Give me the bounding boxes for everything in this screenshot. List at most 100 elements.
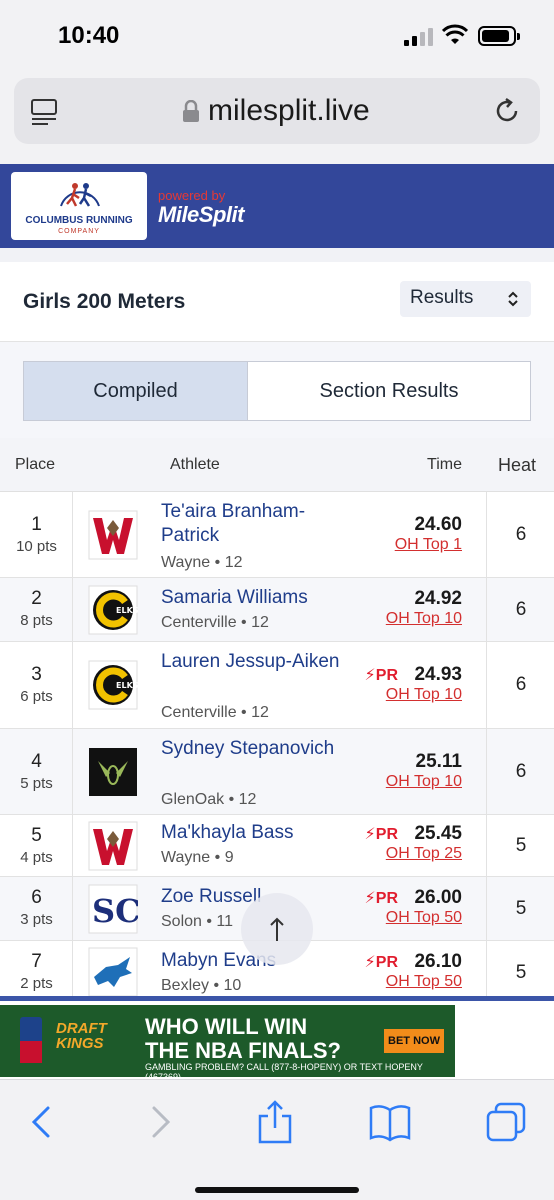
results-table-header: Place Athlete Time Heat xyxy=(0,438,554,492)
athlete-name[interactable]: Sydney Stepanovich xyxy=(161,737,351,761)
athlete-meta: Centerville • 12 xyxy=(161,614,269,631)
nba-logo-icon xyxy=(20,1017,42,1063)
place-number: 6 xyxy=(31,887,42,908)
state-rank-link[interactable]: OH Top 50 xyxy=(386,909,462,927)
powered-by-label: powered by xyxy=(158,188,226,203)
event-header: Girls 200 Meters Results xyxy=(0,262,554,342)
athlete-name[interactable]: Te'aira Branham-Patrick xyxy=(161,500,351,548)
table-row[interactable]: 1 10 pts Te'aira Branham-Patrick Wayne •… xyxy=(0,492,554,578)
wayne-logo xyxy=(88,510,138,560)
athlete-name[interactable]: Ma'khayla Bass xyxy=(161,821,351,845)
athlete-name[interactable]: Lauren Jessup-Aiken xyxy=(161,650,351,674)
state-rank-link[interactable]: OH Top 10 xyxy=(386,686,462,704)
bookmarks-icon[interactable] xyxy=(367,1100,413,1144)
time-cell: 24.60 OH Top 1 xyxy=(395,514,462,554)
state-rank-link[interactable]: OH Top 1 xyxy=(395,536,462,554)
spacer xyxy=(0,248,554,262)
athlete-meta: GlenOak • 12 xyxy=(161,791,257,808)
chevrons-icon xyxy=(508,291,518,307)
heat-cell: 6 xyxy=(486,578,554,641)
reader-icon[interactable] xyxy=(30,98,58,126)
status-time: 10:40 xyxy=(58,22,120,49)
heat-cell: 6 xyxy=(486,492,554,577)
place-cell: 2 8 pts xyxy=(0,578,73,641)
tab-compiled[interactable]: Compiled xyxy=(24,362,248,420)
heat-cell: 6 xyxy=(486,642,554,728)
heat-value: 6 xyxy=(515,674,527,695)
table-row[interactable]: 4 5 pts Sydney Stepanovich GlenOak • 12 … xyxy=(0,729,554,815)
wifi-icon xyxy=(442,24,468,44)
time-value: 25.45 xyxy=(414,823,462,844)
time-cell: 24.92 OH Top 10 xyxy=(386,588,462,628)
time-cell: 26.00 OH Top 50 xyxy=(386,887,462,927)
place-number: 4 xyxy=(31,751,42,772)
solon-logo: SC xyxy=(88,884,138,934)
view-select[interactable]: Results xyxy=(400,281,531,317)
time-cell: 25.11 OH Top 10 xyxy=(386,751,462,791)
forward-icon[interactable] xyxy=(136,1100,182,1144)
heat-value: 5 xyxy=(515,898,527,919)
place-cell: 7 2 pts xyxy=(0,941,73,996)
wayne-logo xyxy=(88,821,138,871)
browser-url-area: milesplit.live xyxy=(0,72,554,164)
table-row[interactable]: 5 4 pts Ma'khayla Bass Wayne • 9 ⚡PR 25.… xyxy=(0,815,554,877)
time-cell: 26.10 OH Top 50 xyxy=(386,951,462,991)
time-cell: 24.93 OH Top 10 xyxy=(386,664,462,704)
milesplit-logo[interactable]: MileSplit xyxy=(158,202,244,228)
heat-value: 5 xyxy=(515,962,527,983)
svg-text:ELKS: ELKS xyxy=(116,606,138,615)
url-text[interactable]: milesplit.live xyxy=(208,94,370,128)
bolt-icon: ⚡ xyxy=(364,826,376,843)
url-bar[interactable]: milesplit.live xyxy=(14,78,540,144)
time-value: 26.10 xyxy=(414,951,462,972)
tabs-area: Compiled Section Results xyxy=(0,342,554,438)
place-points: 8 pts xyxy=(20,612,53,629)
bolt-icon: ⚡ xyxy=(364,954,376,971)
tab-section-results[interactable]: Section Results xyxy=(248,362,530,420)
state-rank-link[interactable]: OH Top 10 xyxy=(386,610,462,628)
draftkings-logo: DRAFT KINGS xyxy=(56,1020,107,1052)
scroll-top-button[interactable] xyxy=(241,893,313,965)
place-cell: 1 10 pts xyxy=(0,492,73,577)
bolt-icon: ⚡ xyxy=(364,667,376,684)
arrow-up-icon xyxy=(270,917,284,941)
place-cell: 4 5 pts xyxy=(0,729,73,814)
time-value: 24.92 xyxy=(414,588,462,609)
sponsor-logo-sub: COMPANY xyxy=(58,228,100,235)
header-place: Place xyxy=(15,456,56,473)
tabs-icon[interactable] xyxy=(484,1100,530,1144)
heat-cell: 6 xyxy=(486,729,554,814)
state-rank-link[interactable]: OH Top 25 xyxy=(386,845,462,863)
athlete-name[interactable]: Samaria Williams xyxy=(161,586,351,610)
place-points: 2 pts xyxy=(20,975,53,992)
signal-icon xyxy=(404,28,434,46)
reload-icon[interactable] xyxy=(492,96,522,126)
heat-value: 6 xyxy=(515,761,527,782)
runners-icon xyxy=(60,183,100,207)
sponsor-logo[interactable]: COLUMBUS RUNNING COMPANY xyxy=(11,172,147,240)
heat-cell: 5 xyxy=(486,877,554,940)
site-header: COLUMBUS RUNNING COMPANY powered by Mile… xyxy=(0,164,554,248)
svg-text:ELKS: ELKS xyxy=(116,681,138,690)
ad-headline: WHO WILL WIN THE NBA FINALS? xyxy=(145,1014,341,1063)
place-points: 10 pts xyxy=(16,538,57,555)
status-bar: 10:40 xyxy=(0,0,554,72)
table-row[interactable]: 2 8 pts ELKS Samaria Williams Centervill… xyxy=(0,578,554,642)
state-rank-link[interactable]: OH Top 10 xyxy=(386,773,462,791)
place-cell: 5 4 pts xyxy=(0,815,73,876)
ad-banner[interactable]: DRAFT KINGS WHO WILL WIN THE NBA FINALS?… xyxy=(0,1005,455,1082)
time-cell: 25.45 OH Top 25 xyxy=(386,823,462,863)
home-indicator xyxy=(195,1187,359,1193)
share-icon[interactable] xyxy=(252,1100,298,1144)
place-number: 2 xyxy=(31,588,42,609)
view-select-value: Results xyxy=(410,287,474,308)
place-number: 3 xyxy=(31,664,42,685)
place-number: 5 xyxy=(31,825,42,846)
time-value: 24.93 xyxy=(414,664,462,685)
table-row[interactable]: 3 6 pts ELKS Lauren Jessup-Aiken Centerv… xyxy=(0,642,554,729)
heat-cell: 5 xyxy=(486,815,554,876)
state-rank-link[interactable]: OH Top 50 xyxy=(386,973,462,991)
back-icon[interactable] xyxy=(20,1100,66,1144)
bet-now-button[interactable]: BET NOW xyxy=(384,1029,444,1053)
battery-icon xyxy=(478,26,520,46)
